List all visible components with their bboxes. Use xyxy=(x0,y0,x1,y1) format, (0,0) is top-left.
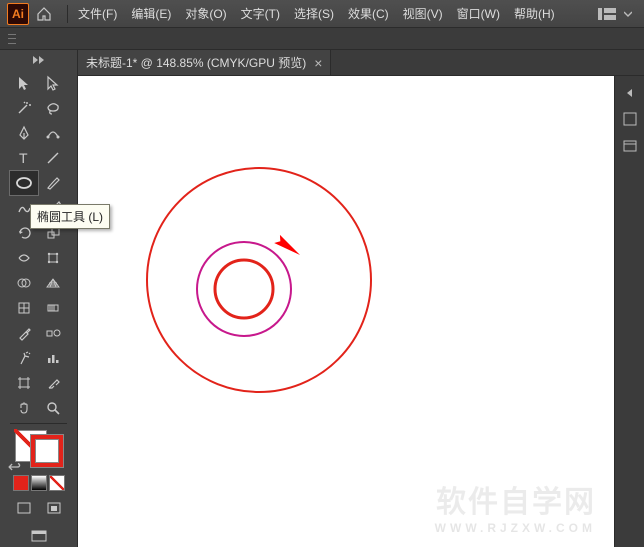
stroke-swatch[interactable] xyxy=(31,435,63,467)
document-tab-title: 未标题-1* @ 148.85% (CMYK/GPU 预览) xyxy=(86,54,306,71)
work-area: 软件自学网 WWW.RJZXW.COM xyxy=(78,76,644,547)
menu-divider xyxy=(67,5,68,23)
menu-view[interactable]: 视图(V) xyxy=(397,1,449,26)
toolbox-panel: T ↩ xyxy=(0,50,78,547)
blend-tool[interactable] xyxy=(39,321,67,345)
shape-builder-tool[interactable] xyxy=(10,271,38,295)
eyedropper-tool[interactable] xyxy=(10,321,38,345)
document-tab-strip: 未标题-1* @ 148.85% (CMYK/GPU 预览) × xyxy=(0,50,644,76)
panel-toggle-icon[interactable] xyxy=(619,82,641,104)
line-segment-tool[interactable] xyxy=(39,146,67,170)
swap-fill-stroke-icon[interactable]: ↩ xyxy=(9,461,21,473)
right-rail xyxy=(614,76,644,547)
color-mode-gradient[interactable] xyxy=(31,475,47,491)
selection-tool[interactable] xyxy=(10,71,38,95)
pen-tool[interactable] xyxy=(10,121,38,145)
ellipse-tool[interactable] xyxy=(10,171,38,195)
menu-type[interactable]: 文字(T) xyxy=(235,1,286,26)
watermark: 软件自学网 WWW.RJZXW.COM xyxy=(435,477,596,535)
width-tool[interactable] xyxy=(10,246,38,270)
menu-object[interactable]: 对象(O) xyxy=(179,1,232,26)
canvas[interactable]: 软件自学网 WWW.RJZXW.COM xyxy=(78,76,614,547)
tool-tooltip: 椭圆工具 (L) xyxy=(30,204,110,229)
draw-mode-row xyxy=(10,497,68,519)
color-mode-none[interactable] xyxy=(49,475,65,491)
menu-file[interactable]: 文件(F) xyxy=(72,1,123,26)
close-tab-icon[interactable]: × xyxy=(314,56,322,70)
grip-icon[interactable] xyxy=(8,34,16,44)
toolbox-divider xyxy=(10,423,67,424)
gradient-tool[interactable] xyxy=(39,296,67,320)
control-bar xyxy=(0,28,644,50)
zoom-tool[interactable] xyxy=(39,396,67,420)
free-transform-tool[interactable] xyxy=(39,246,67,270)
home-icon[interactable] xyxy=(35,5,53,23)
chevron-down-icon[interactable] xyxy=(624,10,632,18)
draw-normal-icon[interactable] xyxy=(10,497,38,519)
workspace-switcher-icon[interactable] xyxy=(598,8,616,20)
lasso-tool[interactable] xyxy=(39,96,67,120)
hand-tool[interactable] xyxy=(10,396,38,420)
svg-text:T: T xyxy=(19,150,28,166)
slice-tool[interactable] xyxy=(39,371,67,395)
magic-wand-tool[interactable] xyxy=(10,96,38,120)
perspective-grid-tool[interactable] xyxy=(39,271,67,295)
color-mode-row xyxy=(13,475,65,491)
fill-stroke-swatches[interactable]: ↩ xyxy=(15,430,63,467)
menu-edit[interactable]: 编辑(E) xyxy=(125,1,177,26)
color-mode-solid[interactable] xyxy=(13,475,29,491)
column-graph-tool[interactable] xyxy=(39,346,67,370)
artwork-svg xyxy=(78,76,614,546)
menu-effect[interactable]: 效果(C) xyxy=(342,1,395,26)
top-right-controls xyxy=(598,8,644,20)
toolbox-collapse-icon[interactable] xyxy=(0,52,77,69)
screen-mode-row xyxy=(25,525,53,547)
tool-grid: T xyxy=(10,71,68,426)
direct-selection-tool[interactable] xyxy=(39,71,67,95)
menu-row: 文件(F) 编辑(E) 对象(O) 文字(T) 选择(S) 效果(C) 视图(V… xyxy=(72,1,561,26)
libraries-panel-icon[interactable] xyxy=(619,134,641,156)
top-menu-bar: Ai 文件(F) 编辑(E) 对象(O) 文字(T) 选择(S) 效果(C) 视… xyxy=(0,0,644,28)
menu-select[interactable]: 选择(S) xyxy=(288,1,340,26)
menu-help[interactable]: 帮助(H) xyxy=(508,1,561,26)
symbol-sprayer-tool[interactable] xyxy=(10,346,38,370)
document-tab[interactable]: 未标题-1* @ 148.85% (CMYK/GPU 预览) × xyxy=(78,50,331,75)
curvature-tool[interactable] xyxy=(39,121,67,145)
properties-panel-icon[interactable] xyxy=(619,108,641,130)
draw-behind-icon[interactable] xyxy=(40,497,68,519)
mesh-tool[interactable] xyxy=(10,296,38,320)
paintbrush-tool[interactable] xyxy=(39,171,67,195)
screen-mode-icon[interactable] xyxy=(25,525,53,547)
menu-window[interactable]: 窗口(W) xyxy=(451,1,506,26)
app-logo: Ai xyxy=(7,3,29,25)
type-tool[interactable]: T xyxy=(10,146,38,170)
artboard-tool[interactable] xyxy=(10,371,38,395)
